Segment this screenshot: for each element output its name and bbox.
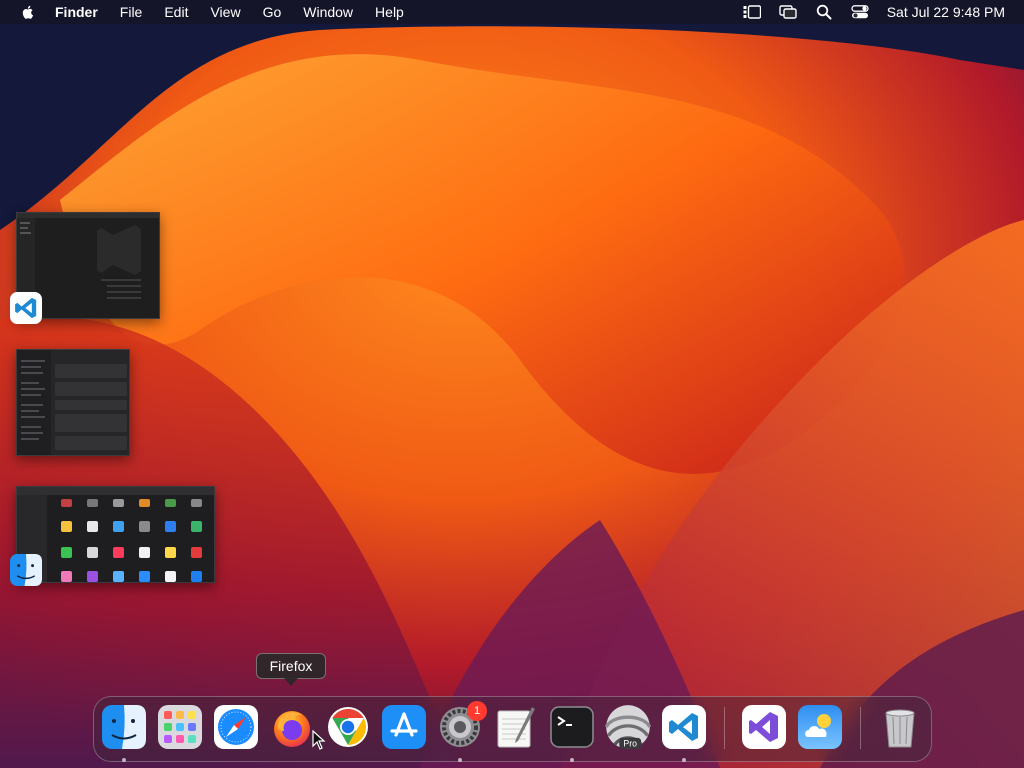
dock-item-terminal[interactable] [550,705,594,749]
menu-clock[interactable]: Sat Jul 22 9:48 PM [887,4,1005,20]
running-indicator [458,758,462,762]
menu-go[interactable]: Go [263,4,282,20]
app-store-icon [382,705,426,749]
mouse-pointer-icon [312,730,326,750]
safari-icon [214,705,258,749]
terminal-icon [550,706,594,748]
menu-file[interactable]: File [120,4,143,20]
desktop-wallpaper [0,0,1024,768]
menu-help[interactable]: Help [375,4,404,20]
running-indicator [682,758,686,762]
dock-item-app-store[interactable] [382,705,426,749]
screen-mirroring-icon[interactable] [779,4,797,20]
stage-group-finder[interactable] [10,486,217,588]
dock-item-textedit[interactable] [494,705,538,749]
dock-item-finder[interactable] [102,705,146,749]
launchpad-icon [158,705,202,749]
dock-item-firefox[interactable] [270,705,314,749]
menu-edit[interactable]: Edit [164,4,188,20]
finder-icon [10,554,42,586]
dock: 1 Pro [93,696,932,762]
stage-group-settings[interactable] [16,349,132,457]
running-indicator [570,758,574,762]
dock-separator [724,707,725,749]
pro-app-icon: Pro [604,705,652,749]
dock-item-weather[interactable] [798,705,842,749]
textedit-icon [497,707,535,748]
dock-item-launchpad[interactable] [158,705,202,749]
vscode-icon [10,292,42,324]
visual-studio-icon [742,705,786,749]
finder-window-thumbnail[interactable] [16,486,215,583]
dock-item-vscode[interactable] [662,705,706,749]
dock-item-chrome[interactable] [326,705,370,749]
stage-group-vscode[interactable] [10,212,162,324]
vscode-icon [662,705,706,749]
menu-window[interactable]: Window [303,4,353,20]
dock-item-pro-app[interactable]: Pro [604,705,652,749]
dock-tooltip: Firefox [256,653,326,679]
finder-icon [102,705,146,749]
settings-window-thumbnail[interactable] [16,349,130,456]
control-center-icon[interactable] [851,4,869,20]
notification-badge: 1 [467,701,487,721]
pro-app-label: Pro [623,739,637,749]
menu-bar: Finder File Edit View Go Window Help Sat… [0,0,1024,24]
menu-view[interactable]: View [210,4,240,20]
menu-app-name[interactable]: Finder [55,4,98,20]
stage-manager-icon[interactable] [743,4,761,20]
spotlight-search-icon[interactable] [815,4,833,20]
dock-item-system-settings[interactable]: 1 [438,701,487,749]
chrome-icon [328,707,368,747]
weather-icon [798,705,842,749]
trash-icon [885,709,915,748]
tooltip-arrow [284,678,298,686]
dock-item-trash[interactable] [878,705,922,749]
apple-menu-icon[interactable] [20,4,36,20]
dock-item-visual-studio[interactable] [742,705,786,749]
dock-separator [860,707,861,749]
dock-item-safari[interactable] [214,705,258,749]
running-indicator [122,758,126,762]
firefox-icon [274,711,310,747]
